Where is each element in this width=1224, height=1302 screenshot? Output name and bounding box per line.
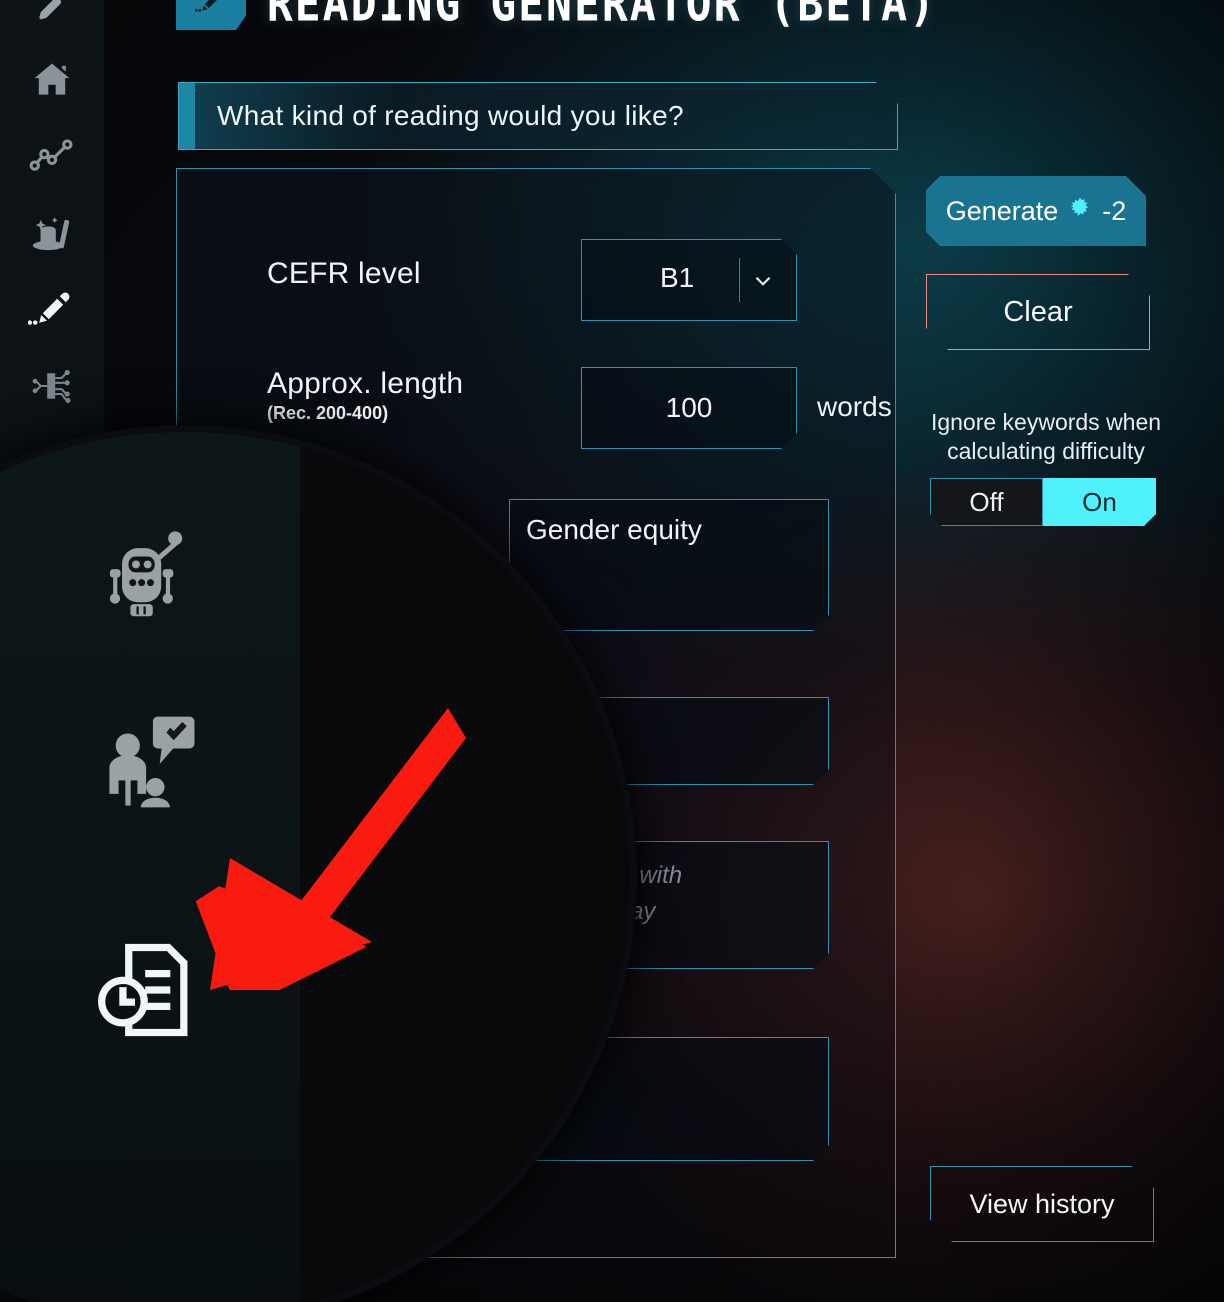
topic-value: Gender equity bbox=[526, 514, 702, 545]
ignore-keywords-caption: Ignore keywords when calculating difficu… bbox=[920, 408, 1172, 467]
magnified-item-robot[interactable] bbox=[0, 522, 300, 639]
length-label: Approx. length bbox=[267, 367, 464, 400]
select-divider bbox=[739, 258, 740, 302]
app-header: READING GENERATOR (BETA) bbox=[176, 0, 944, 33]
clear-button[interactable]: Clear bbox=[926, 274, 1150, 350]
home-icon bbox=[30, 58, 74, 102]
sidebar-item-branching[interactable] bbox=[0, 356, 104, 416]
generate-button[interactable]: Generate -2 bbox=[926, 176, 1146, 246]
pencil-dots-icon bbox=[28, 286, 76, 334]
view-history-button[interactable]: View history bbox=[930, 1166, 1154, 1242]
cefr-row: CEFR level bbox=[267, 257, 421, 291]
line-chart-icon bbox=[29, 133, 75, 179]
sidebar-item-top[interactable] bbox=[0, 0, 104, 38]
length-value: 100 bbox=[665, 392, 713, 423]
rocket-icon bbox=[35, 0, 69, 25]
sidebar-item-home[interactable] bbox=[0, 50, 104, 110]
length-sublabel: (Rec. 200-400) bbox=[267, 403, 389, 423]
clear-label: Clear bbox=[1003, 295, 1073, 328]
sidebar-item-writing[interactable] bbox=[0, 280, 104, 340]
person-check-icon bbox=[92, 704, 208, 825]
generate-cost: -2 bbox=[1102, 195, 1127, 226]
ignore-keywords-caption-line2: calculating difficulty bbox=[947, 438, 1145, 465]
red-arrow-icon bbox=[195, 690, 466, 1011]
toggle-option-on[interactable]: On bbox=[1043, 478, 1156, 526]
ignore-keywords-caption-line1: Ignore keywords when bbox=[930, 409, 1162, 435]
length-row: Approx. length (Rec. 200-400) bbox=[267, 367, 463, 424]
magic-hat-icon bbox=[29, 211, 75, 257]
generate-label: Generate bbox=[945, 195, 1059, 226]
app-logo bbox=[176, 0, 246, 30]
page-title: READING GENERATOR (BETA) bbox=[266, 0, 937, 33]
question-bar: What kind of reading would you like? bbox=[178, 82, 898, 150]
cefr-select[interactable]: B1 bbox=[581, 239, 797, 321]
ignore-keywords-toggle: Off On bbox=[930, 478, 1156, 526]
length-unit: words bbox=[817, 391, 892, 422]
leaf-token-icon bbox=[1067, 195, 1093, 228]
view-history-label: View history bbox=[969, 1188, 1115, 1219]
length-input[interactable]: 100 bbox=[581, 367, 797, 449]
sidebar-item-magic[interactable] bbox=[0, 204, 104, 264]
chevron-down-icon bbox=[750, 268, 776, 299]
sidebar-item-progress[interactable] bbox=[0, 126, 104, 186]
pencil-dots-icon bbox=[194, 0, 227, 23]
branching-icon bbox=[28, 366, 76, 406]
toggle-option-off[interactable]: Off bbox=[930, 478, 1043, 526]
document-clock-icon bbox=[92, 932, 208, 1053]
robot-icon bbox=[94, 522, 206, 639]
topic-input[interactable]: Gender equity bbox=[509, 499, 829, 631]
question-text: What kind of reading would you like? bbox=[217, 100, 684, 131]
cefr-label: CEFR level bbox=[267, 257, 421, 290]
cefr-value: B1 bbox=[660, 262, 695, 293]
